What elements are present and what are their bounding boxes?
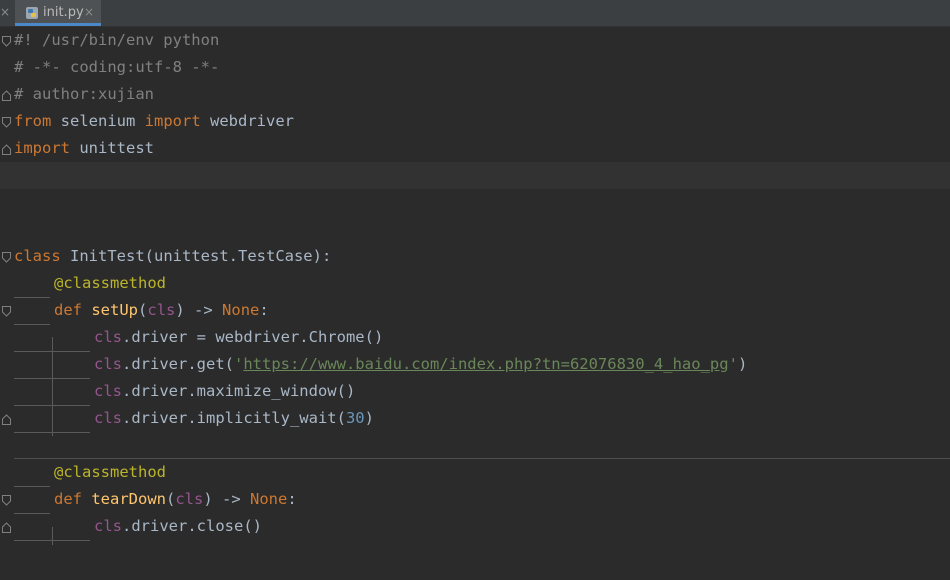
cls-ref: cls [94,355,122,373]
indent-guide [14,324,50,325]
current-line-highlight [0,162,950,189]
indent-guide-vertical [52,527,53,545]
comment: #! /usr/bin/env python [14,31,220,49]
keyword: from [14,112,52,130]
code-line-12: cls.driver = webdriver.Chrome() [94,324,383,351]
code-line-9: class InitTest(unittest.TestCase): [14,243,331,270]
fold-icon[interactable] [2,117,11,128]
decorator: @classmethod [54,463,166,481]
code-line-4: from selenium import webdriver [14,108,294,135]
code-line-13: cls.driver.get('https://www.baidu.com/in… [94,351,747,378]
fold-icon[interactable] [2,495,11,506]
code-line-10: @classmethod [54,270,166,297]
keyword: def [54,301,82,319]
code-line-17: @classmethod [54,459,166,486]
code-line-14: cls.driver.maximize_window() [94,378,355,405]
import-name: unittest [79,139,154,157]
arrow: ) -> [175,301,223,319]
number: 30 [345,409,365,427]
code-line-11: def setUp(cls) -> None: [54,297,269,324]
param-cls: cls [147,301,176,319]
fold-icon[interactable] [2,306,11,317]
decorator: @classmethod [54,274,166,292]
fold-icon[interactable] [2,414,11,425]
code-line-5: import unittest [14,135,154,162]
module-name: selenium [60,112,136,130]
close-icon[interactable]: × [84,5,96,19]
fold-icon[interactable] [2,522,11,533]
quote: ' [233,355,244,373]
quote: ' [728,355,738,373]
fold-icon[interactable] [2,90,11,101]
import-name: webdriver [210,112,295,130]
fold-icon[interactable] [2,36,11,47]
indent-guide-vertical [52,337,53,436]
close-icon[interactable]: × [0,5,10,19]
statement: .driver.get( [122,355,234,373]
return-type: None [222,301,260,319]
paren: ( [166,490,176,508]
url-link[interactable]: https://www.baidu.com/index.php?tn=62076… [243,355,728,373]
indent-guide [14,297,50,298]
code-line-2: # -*- coding:utf-8 -*- [14,54,219,81]
paren: ) [737,355,748,373]
keyword: class [14,247,61,265]
return-type: None [250,490,288,508]
keyword: import [144,112,201,130]
param-cls: cls [175,490,204,508]
function-name: tearDown [91,490,166,508]
indent-guide [14,486,50,487]
tab-init-py[interactable]: init.py × [15,0,101,26]
colon: : [259,301,269,319]
fold-icon[interactable] [2,252,11,263]
statement: .driver.maximize_window() [122,382,356,400]
colon: : [287,490,297,508]
code-line-1: #! /usr/bin/env python [14,27,219,54]
cls-ref: cls [94,409,122,427]
statement: .driver.implicitly_wait( [122,409,346,427]
class-declaration: InitTest(unittest.TestCase): [70,247,332,265]
comment: # -*- coding:utf-8 -*- [14,58,220,76]
tab-label: init.py [43,5,84,20]
code-line-3: # author:xujian [14,81,154,108]
python-file-icon [26,7,38,19]
arrow: ) -> [203,490,251,508]
indent-guide [14,513,50,514]
cls-ref: cls [94,328,122,346]
function-name: setUp [91,301,139,319]
cls-ref: cls [94,382,122,400]
code-line-18: def tearDown(cls) -> None: [54,486,297,513]
paren: ( [138,301,148,319]
code-editor[interactable]: #! /usr/bin/env python # -*- coding:utf-… [0,27,950,580]
cls-ref: cls [94,517,122,535]
comment: # author:xujian [14,85,154,103]
keyword: def [54,490,82,508]
editor-tab-bar: × init.py × [0,0,950,27]
code-line-15: cls.driver.implicitly_wait(30) [94,405,374,432]
paren: ) [364,409,374,427]
code-line-19: cls.driver.close() [94,513,262,540]
keyword: import [14,139,70,157]
statement: .driver.close() [122,517,262,535]
statement: .driver = webdriver.Chrome() [122,328,384,346]
fold-icon[interactable] [2,144,11,155]
